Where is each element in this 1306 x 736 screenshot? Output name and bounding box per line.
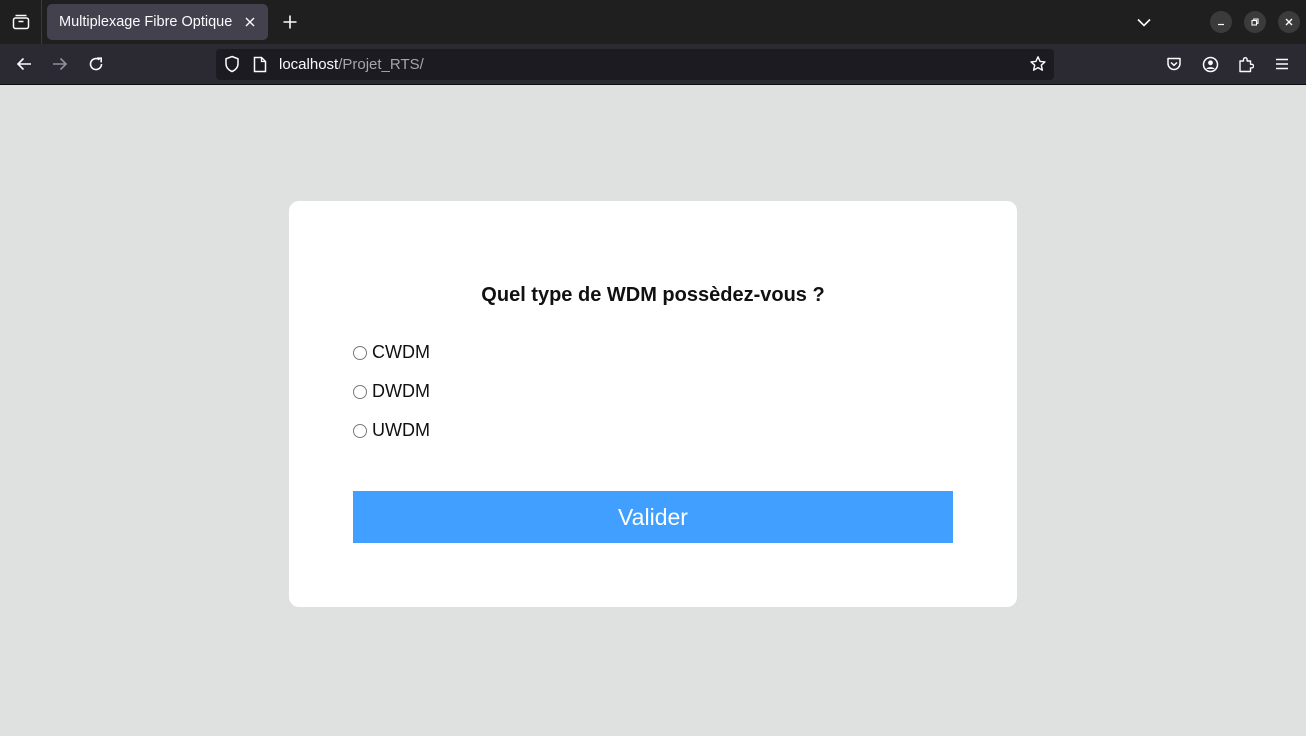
close-window-button[interactable]: [1278, 11, 1300, 33]
option-dwdm[interactable]: DWDM: [353, 380, 430, 402]
plus-icon: [283, 15, 297, 29]
minimize-button[interactable]: [1210, 11, 1232, 33]
pocket-icon: [1166, 56, 1182, 72]
question-title: Quel type de WDM possèdez-vous ?: [481, 284, 825, 306]
option-label: DWDM: [372, 380, 430, 401]
minimize-icon: [1216, 17, 1226, 27]
hamburger-menu-icon: [1275, 58, 1289, 70]
restore-icon: [1250, 17, 1260, 27]
option-label: CWDM: [372, 341, 430, 362]
new-tab-button[interactable]: [278, 10, 302, 34]
option-uwdm[interactable]: UWDM: [353, 419, 430, 441]
wdm-form-card: Quel type de WDM possèdez-vous ? CWDM DW…: [289, 201, 1017, 607]
close-icon: [1284, 17, 1294, 27]
tab-title: Multiplexage Fibre Optique: [59, 14, 233, 30]
bookmark-star-icon[interactable]: [1029, 55, 1047, 73]
back-button[interactable]: [12, 52, 36, 76]
option-cwdm[interactable]: CWDM: [353, 341, 430, 363]
arrow-right-icon: [52, 57, 68, 71]
radio-cwdm[interactable]: [353, 345, 367, 360]
tab-active[interactable]: Multiplexage Fibre Optique: [47, 4, 268, 40]
radio-uwdm[interactable]: [353, 423, 367, 438]
url-bar[interactable]: localhost/Projet_RTS/: [216, 49, 1054, 80]
reload-icon: [88, 56, 104, 72]
account-button[interactable]: [1198, 52, 1222, 76]
extensions-button[interactable]: [1234, 52, 1258, 76]
tab-close-icon[interactable]: [241, 13, 259, 31]
list-all-tabs-button[interactable]: [1132, 10, 1156, 34]
chevron-down-icon: [1137, 18, 1151, 27]
navigation-toolbar: localhost/Projet_RTS/: [0, 44, 1306, 85]
radio-dwdm[interactable]: [353, 384, 367, 399]
puzzle-icon: [1238, 56, 1254, 73]
tab-list-icon: [12, 14, 30, 30]
account-icon: [1202, 56, 1219, 73]
menu-button[interactable]: [1270, 52, 1294, 76]
shield-icon[interactable]: [223, 55, 241, 73]
url-text: localhost/Projet_RTS/: [279, 56, 424, 73]
arrow-left-icon: [16, 57, 32, 71]
restore-button[interactable]: [1244, 11, 1266, 33]
url-host: localhost: [279, 56, 339, 73]
submit-button[interactable]: Valider: [353, 491, 953, 543]
tab-bar: Multiplexage Fibre Optique: [0, 0, 1306, 44]
tab-list-button[interactable]: [0, 0, 42, 44]
reload-button[interactable]: [84, 52, 108, 76]
option-label: UWDM: [372, 419, 430, 440]
pocket-button[interactable]: [1162, 52, 1186, 76]
url-path: /Projet_RTS/: [338, 56, 424, 73]
forward-button[interactable]: [48, 52, 72, 76]
page-icon[interactable]: [253, 56, 267, 73]
